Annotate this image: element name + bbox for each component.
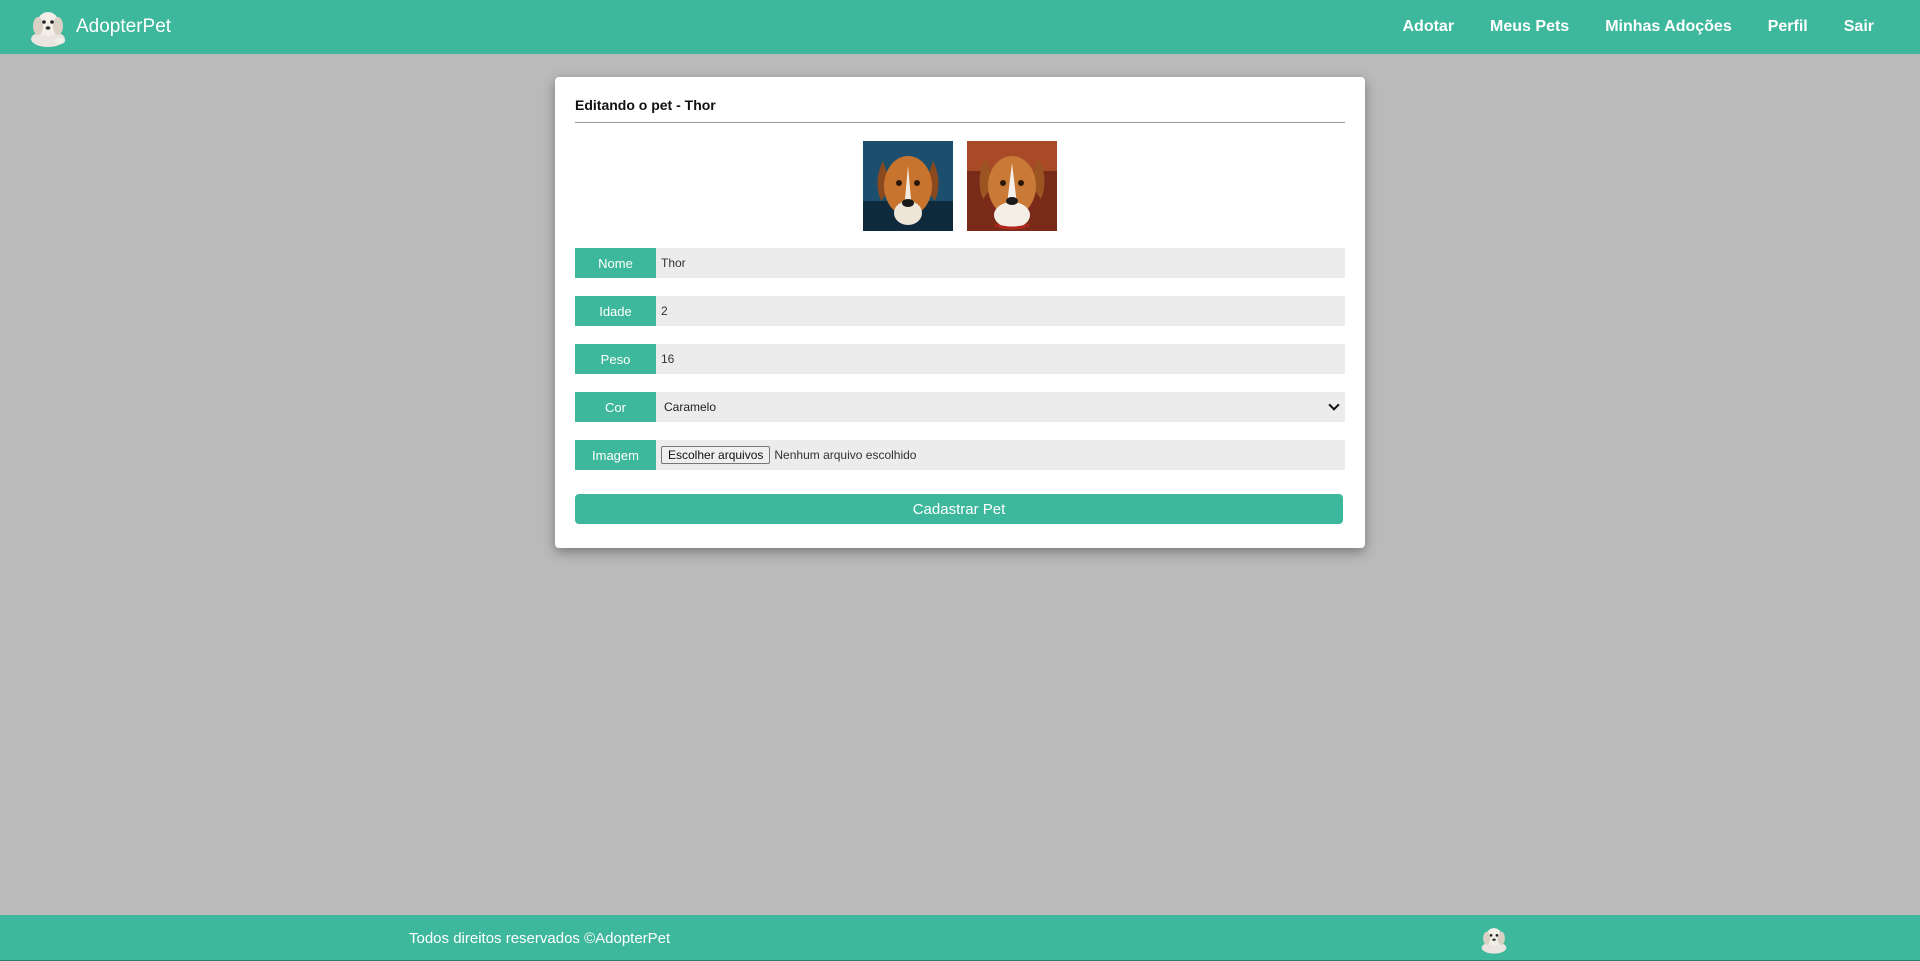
idade-label: Idade — [575, 296, 656, 326]
nav-link-perfil[interactable]: Perfil — [1768, 18, 1808, 36]
nome-label: Nome — [575, 248, 656, 278]
file-status-text: Nenhum arquivo escolhido — [774, 448, 917, 462]
brand-name: AdopterPet — [76, 16, 172, 37]
page-title: Editando o pet - Thor — [575, 97, 1345, 123]
imagem-label: Imagem — [575, 440, 656, 470]
pet-photo — [967, 141, 1057, 231]
dog-logo-icon — [26, 5, 70, 49]
nome-field-row: Nome — [575, 248, 1345, 278]
imagem-field-row: Imagem Escolher arquivos Nenhum arquivo … — [575, 440, 1345, 470]
edit-pet-card: Editando o pet - Thor Nome Thor Idade 2 … — [555, 77, 1365, 548]
top-navbar: AdopterPet Adotar Meus Pets Minhas Adoçõ… — [0, 0, 1920, 54]
nav-link-adotar[interactable]: Adotar — [1402, 18, 1454, 36]
imagem-file-input: Escolher arquivos Nenhum arquivo escolhi… — [656, 440, 1345, 470]
footer: Todos direitos reservados ©AdopterPet — [0, 915, 1920, 961]
brand[interactable]: AdopterPet — [26, 5, 171, 49]
cor-field-row: Cor Caramelo — [575, 392, 1345, 422]
peso-label: Peso — [575, 344, 656, 374]
peso-input[interactable] — [656, 344, 1345, 374]
submit-pet-button[interactable]: Cadastrar Pet — [575, 494, 1343, 524]
idade-field-row: Idade — [575, 296, 1345, 326]
choose-files-button[interactable]: Escolher arquivos — [661, 446, 771, 464]
cor-selected-value: Caramelo — [664, 400, 717, 414]
nav-link-sair[interactable]: Sair — [1844, 18, 1874, 36]
pet-image-gallery — [575, 141, 1345, 231]
peso-field-row: Peso — [575, 344, 1345, 374]
nav-link-minhas-adocoes[interactable]: Minhas Adoções — [1605, 18, 1732, 36]
chevron-down-icon — [1328, 399, 1340, 411]
cor-label: Cor — [575, 392, 656, 422]
main-nav: Adotar Meus Pets Minhas Adoções Perfil S… — [1366, 18, 1874, 36]
idade-input[interactable] — [656, 296, 1345, 326]
cor-select[interactable]: Caramelo — [656, 392, 1345, 422]
nome-input[interactable] — [656, 248, 1345, 278]
dog-logo-icon — [1478, 923, 1510, 955]
pet-photo — [863, 141, 953, 231]
footer-copyright: Todos direitos reservados ©AdopterPet — [409, 929, 671, 947]
nav-link-meus-pets[interactable]: Meus Pets — [1490, 18, 1569, 36]
